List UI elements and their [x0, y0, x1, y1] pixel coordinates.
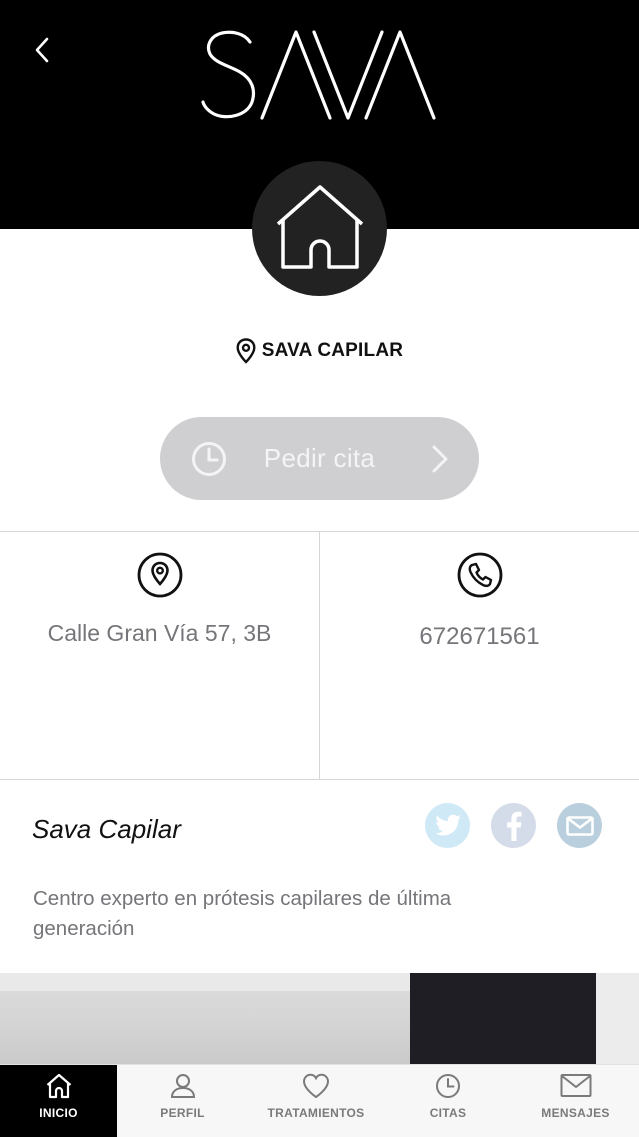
twitter-icon: [434, 814, 461, 835]
tab-mensajes[interactable]: MENSAJES: [512, 1065, 639, 1137]
heart-icon: [302, 1073, 330, 1099]
phone-text: 672671561: [419, 623, 540, 650]
user-icon: [170, 1074, 195, 1098]
home-icon: [276, 184, 363, 269]
email-icon: [565, 815, 594, 836]
photo-dark-panel: [410, 973, 610, 1065]
phone-cell[interactable]: 672671561: [320, 532, 639, 779]
chevron-right-icon: [432, 445, 448, 473]
business-avatar: [252, 161, 387, 296]
facebook-button[interactable]: [491, 803, 536, 848]
photo-wall: [596, 973, 639, 1065]
location-title: SAVA CAPILAR: [0, 336, 639, 366]
book-appointment-button[interactable]: Pedir cita: [160, 417, 479, 500]
location-name: SAVA CAPILAR: [261, 340, 404, 361]
clock-icon: [436, 1074, 460, 1098]
map-pin-icon: [236, 338, 256, 364]
salon-photo: [0, 973, 639, 1065]
address-text: Calle Gran Vía 57, 3B: [47, 620, 272, 646]
home-icon: [46, 1073, 71, 1099]
mail-icon: [560, 1074, 591, 1097]
business-name: Sava Capilar: [32, 814, 181, 844]
sava-logo: [201, 30, 436, 120]
email-button[interactable]: [557, 803, 602, 848]
facebook-icon: [506, 811, 522, 841]
bottom-tab-bar: INICIO PERFIL TRATAMIENTOS CITAS MENSAJE…: [0, 1064, 639, 1137]
tab-label: TRATAMIENTOS: [267, 1106, 365, 1120]
phone-icon: [457, 552, 502, 598]
address-cell[interactable]: Calle Gran Vía 57, 3B: [0, 532, 320, 779]
back-button[interactable]: [22, 30, 62, 70]
twitter-button[interactable]: [425, 803, 470, 848]
tab-tratamientos[interactable]: TRATAMIENTOS: [248, 1065, 384, 1137]
business-description: Centro experto en prótesis capilares de …: [33, 887, 452, 940]
tab-label: PERFIL: [160, 1106, 205, 1120]
location-icon: [137, 552, 182, 598]
tab-inicio[interactable]: INICIO: [0, 1065, 117, 1137]
tab-label: INICIO: [39, 1106, 78, 1120]
tab-label: MENSAJES: [541, 1106, 610, 1120]
contact-info: Calle Gran Vía 57, 3B 672671561: [0, 531, 639, 780]
tab-perfil[interactable]: PERFIL: [117, 1065, 248, 1137]
tab-label: CITAS: [429, 1106, 467, 1120]
chevron-left-icon: [35, 37, 49, 63]
tab-citas[interactable]: CITAS: [384, 1065, 512, 1137]
